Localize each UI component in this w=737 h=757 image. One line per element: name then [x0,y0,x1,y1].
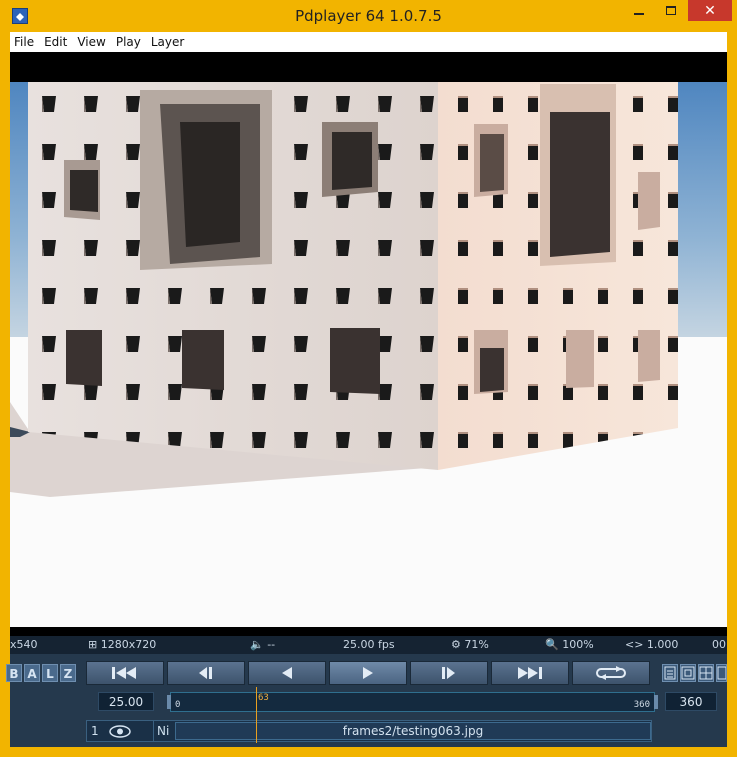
layer-filename[interactable]: frames2/testing063.jpg [175,722,651,740]
timeline-start-frame: 0 [175,700,181,710]
loop-icon [596,666,626,680]
audio-status[interactable]: 🔈 -- [250,638,275,651]
title-bar: Pdplayer 64 1.0.7.5 ✕ [0,0,737,32]
layer-button-b[interactable]: B [6,664,22,682]
layer-button-a[interactable]: A [24,664,40,682]
menu-play[interactable]: Play [111,35,146,49]
skip-back-icon [112,667,136,679]
pixel-aspect[interactable]: <> 1.000 [625,638,678,651]
menu-layer[interactable]: Layer [146,35,189,49]
step-forward-icon [442,667,455,679]
layer-row[interactable]: 1 Ni frames2/testing063.jpg [86,719,652,743]
step-forward-button[interactable] [410,661,488,685]
eye-icon[interactable] [107,723,133,740]
rendered-frame-image [10,52,727,627]
layer-number: 1 [91,724,99,738]
play-backward-button[interactable] [248,661,326,685]
grid-icon [699,666,713,680]
timeline-end-frame: 360 [633,700,650,710]
loop-button[interactable] [572,661,650,685]
extra-view-button[interactable] [716,664,727,682]
frame-view-button[interactable] [680,664,696,682]
layer-playhead [256,719,257,743]
grid-view-button[interactable] [698,664,714,682]
output-resolution[interactable]: ⊞ 1280x720 [88,638,156,651]
extra-readout: 00 [712,638,726,651]
playback-controls: B A L Z 25.00 0 360 63 360 1 Ni frames2/… [6,654,727,747]
skip-forward-icon [518,667,542,679]
close-button[interactable]: ✕ [688,0,732,21]
step-back-icon [199,667,212,679]
timeline-scrubber[interactable]: 0 360 63 [167,687,658,721]
status-bar: x540 ⊞ 1280x720 🔈 -- 25.00 fps ⚙ 71% 🔍 1… [10,636,727,654]
play-backward-icon [282,667,292,679]
play-icon [363,667,373,679]
maximize-icon [666,6,676,15]
image-viewport[interactable] [10,52,727,636]
timeline-end-handle[interactable] [654,695,658,709]
fit-zoom[interactable]: ⚙ 71% [451,638,489,651]
layer-mode[interactable]: Ni [157,724,169,738]
layer-divider [153,721,154,741]
frame-icon [681,666,695,680]
go-to-start-button[interactable] [86,661,164,685]
list-icon [664,666,676,680]
close-icon: ✕ [704,2,716,19]
layer-button-l[interactable]: L [42,664,58,682]
zoom-level[interactable]: 🔍 100% [545,638,594,651]
grid-icon [717,666,726,680]
menu-view[interactable]: View [72,35,110,49]
play-forward-button[interactable] [329,661,407,685]
go-to-end-button[interactable] [491,661,569,685]
frame-rate[interactable]: 25.00 fps [343,638,395,651]
playhead[interactable] [256,687,257,721]
maximize-button[interactable] [656,0,686,21]
current-frame: 63 [258,693,269,703]
menu-bar: File Edit View Play Layer [10,32,727,52]
list-view-button[interactable] [662,664,678,682]
app-window: Pdplayer 64 1.0.7.5 ✕ File Edit View Pla… [0,0,737,757]
end-frame-input[interactable]: 360 [665,692,717,711]
source-resolution: x540 [10,638,38,651]
minimize-icon [634,12,644,15]
minimize-button[interactable] [624,0,654,21]
fps-input[interactable]: 25.00 [98,692,154,711]
menu-edit[interactable]: Edit [39,35,72,49]
timeline-start-handle[interactable] [167,695,171,709]
layer-button-z[interactable]: Z [60,664,76,682]
menu-file[interactable]: File [10,35,39,49]
step-back-button[interactable] [167,661,245,685]
